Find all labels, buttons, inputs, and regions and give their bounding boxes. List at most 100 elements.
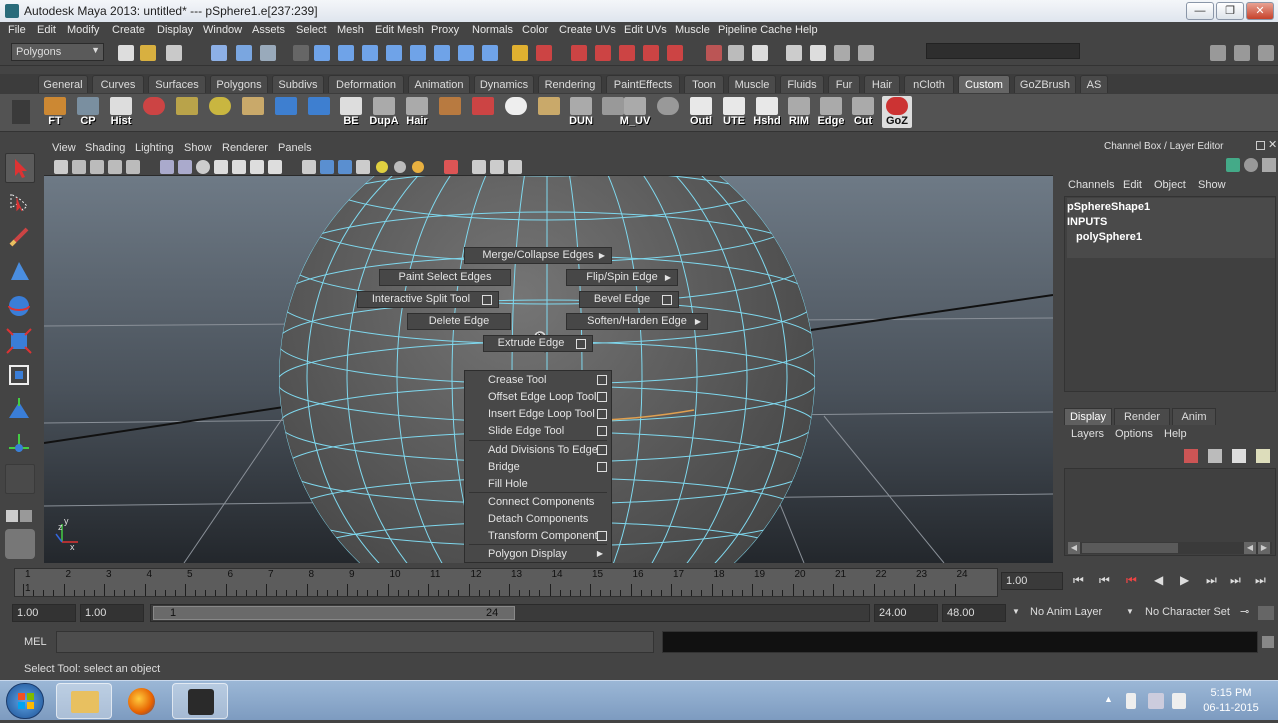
menu-select[interactable]: Select <box>296 24 327 36</box>
chevron-down-icon[interactable]: ▼ <box>1012 607 1020 616</box>
tab-display[interactable]: Display <box>1064 408 1112 425</box>
menu-pipeline-cache[interactable]: Pipeline Cache <box>718 24 792 36</box>
menu-item-slide-edge-tool[interactable]: Slide Edge Tool <box>465 423 611 439</box>
shelf-button-14[interactable] <box>501 96 531 128</box>
lock-selection-icon[interactable] <box>512 45 528 61</box>
quick-select-input[interactable] <box>926 43 1080 59</box>
snap-point-icon[interactable] <box>619 45 635 61</box>
menu-edit-uvs[interactable]: Edit UVs <box>624 24 667 36</box>
menu-modify[interactable]: Modify <box>67 24 99 36</box>
shelf-button-hist[interactable]: Hist <box>106 96 136 128</box>
chevron-down-icon[interactable]: ▼ <box>1126 607 1134 616</box>
move-tool-icon[interactable] <box>5 258 35 288</box>
shape-node-name[interactable]: pSphereShape1 <box>1067 201 1150 213</box>
image-plane-icon[interactable] <box>108 160 122 174</box>
shelf-tab-fluids[interactable]: Fluids <box>780 75 824 93</box>
menu-edit[interactable]: Edit <box>37 24 56 36</box>
paint-select-tool-icon[interactable] <box>5 223 35 253</box>
menu-display[interactable]: Display <box>157 24 193 36</box>
option-box-icon[interactable] <box>576 339 586 349</box>
current-time-field[interactable]: 1.00 <box>1001 572 1063 590</box>
pick-vertex-icon[interactable] <box>338 45 354 61</box>
menu-create-uvs[interactable]: Create UVs <box>559 24 616 36</box>
tab-render[interactable]: Render <box>1114 408 1170 425</box>
shelf-button-7[interactable] <box>238 96 268 128</box>
menu-item-transform-component[interactable]: Transform Component <box>465 528 611 544</box>
go-to-end-icon[interactable]: ⏭ <box>1255 573 1266 588</box>
wireframe-on-shaded-icon[interactable] <box>338 160 352 174</box>
camera-attr-icon[interactable] <box>72 160 86 174</box>
toggle-tool-settings-icon[interactable] <box>1234 45 1250 61</box>
network-icon[interactable] <box>1148 693 1164 709</box>
mm-paint-select-edges[interactable]: Paint Select Edges <box>379 269 511 286</box>
layout-icons[interactable] <box>6 510 36 528</box>
pick-help-icon[interactable] <box>482 45 498 61</box>
time-ruler[interactable]: 1 2 3 4 5 6 7 8 9 10 11 12 13 14 15 16 17 18 19 20 21 22 23 24 1 <box>14 568 998 597</box>
tab-anim[interactable]: Anim <box>1172 408 1216 425</box>
menu-normals[interactable]: Normals <box>472 24 513 36</box>
select-object-icon[interactable] <box>236 45 252 61</box>
pick-uv-icon[interactable] <box>410 45 426 61</box>
snap-curve-icon[interactable] <box>595 45 611 61</box>
shelf-button-8[interactable] <box>271 96 301 128</box>
rotate-tool-icon[interactable] <box>5 292 35 322</box>
highlight-selection-icon[interactable] <box>536 45 552 61</box>
menu-item-fill-hole[interactable]: Fill Hole <box>465 476 611 492</box>
attribute-icon[interactable] <box>1244 158 1258 172</box>
shelf-button-12[interactable] <box>435 96 465 128</box>
shelf-tab-gozbrush[interactable]: GoZBrush <box>1014 75 1076 93</box>
input-node-name[interactable]: polySphere1 <box>1076 231 1142 243</box>
construction-history-icon[interactable] <box>706 45 722 61</box>
pick-misc-icon[interactable] <box>434 45 450 61</box>
camera-icon[interactable] <box>54 160 68 174</box>
tool-settings-icon[interactable] <box>1262 158 1276 172</box>
shelf-button-cp[interactable]: CP <box>73 96 103 128</box>
isolate-select-icon[interactable] <box>444 160 458 174</box>
taskbar-clock[interactable]: 5:15 PM 06-11-2015 <box>1198 687 1264 714</box>
show-manipulator-icon[interactable] <box>5 430 35 460</box>
shelf-button-4[interactable] <box>139 96 169 128</box>
safe-title-icon[interactable] <box>268 160 282 174</box>
menu-file[interactable]: File <box>8 24 26 36</box>
option-box-icon[interactable] <box>597 392 607 402</box>
start-button[interactable] <box>6 683 44 719</box>
menu-window[interactable]: Window <box>203 24 242 36</box>
restore-button[interactable]: ❐ <box>1216 2 1244 20</box>
menu-muscle[interactable]: Muscle <box>675 24 710 36</box>
key-icon[interactable]: ⊸ <box>1240 605 1249 618</box>
animation-start-field[interactable]: 1.00 <box>12 604 76 622</box>
usb-icon[interactable] <box>1126 693 1136 709</box>
play-forwards-icon[interactable]: ▶ <box>1180 573 1189 587</box>
shelf-tab-muscle[interactable]: Muscle <box>728 75 776 93</box>
object-menu[interactable]: Object <box>1154 179 1186 191</box>
universal-manipulator-icon[interactable] <box>5 361 35 391</box>
menu-help[interactable]: Help <box>795 24 818 36</box>
shelf-button-13[interactable] <box>468 96 498 128</box>
viewport-menu-renderer[interactable]: Renderer <box>222 142 268 154</box>
render-settings-icon[interactable] <box>786 45 802 61</box>
options-menu[interactable]: Options <box>1115 428 1153 440</box>
taskbar-firefox[interactable] <box>114 683 170 719</box>
last-tool-icon[interactable] <box>5 464 35 494</box>
shelf-button-19[interactable] <box>653 96 683 128</box>
shelf-tab-hair[interactable]: Hair <box>864 75 900 93</box>
bookmark-icon[interactable] <box>90 160 104 174</box>
shelf-button-goz[interactable]: GoZ <box>882 96 912 128</box>
shelf-tab-general[interactable]: General <box>38 75 88 93</box>
film-gate-icon[interactable] <box>178 160 192 174</box>
pick-edge-icon[interactable] <box>362 45 378 61</box>
menu-set-dropdown[interactable]: Polygons ▼ <box>11 43 104 61</box>
default-light-icon[interactable] <box>376 161 388 173</box>
menu-item-crease-tool[interactable]: Crease Tool <box>465 372 611 388</box>
ipr-render-icon[interactable] <box>752 45 768 61</box>
mm-interactive-split-tool[interactable]: Interactive Split Tool <box>357 291 499 308</box>
menu-item-insert-edge-loop-tool[interactable]: Insert Edge Loop Tool <box>465 406 611 422</box>
taskbar-explorer[interactable] <box>56 683 112 719</box>
viewport-menu-show[interactable]: Show <box>184 142 212 154</box>
mel-input[interactable] <box>56 631 654 653</box>
menu-color[interactable]: Color <box>522 24 548 36</box>
shelf-tab-surfaces[interactable]: Surfaces <box>148 75 206 93</box>
menu-item-add-divisions-to-edge[interactable]: Add Divisions To Edge <box>465 442 611 458</box>
scroll-right-icon[interactable]: ◀ <box>1244 542 1256 554</box>
edit-menu[interactable]: Edit <box>1123 179 1142 191</box>
